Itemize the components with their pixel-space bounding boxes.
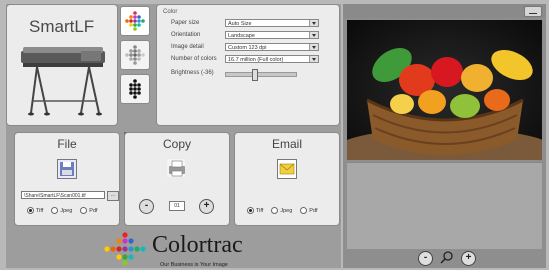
zoom-out-button[interactable]: - <box>418 251 433 266</box>
colortrac-dots-icon <box>104 232 146 266</box>
printer-icon <box>169 160 185 177</box>
image-detail-label: Image detail <box>171 44 204 50</box>
orientation-label: Orientation <box>171 32 201 38</box>
copy-count-field[interactable]: 01 <box>169 201 185 211</box>
email-panel: Email Tiff Jpeg Pdf <box>234 132 340 226</box>
radio-unselected[interactable] <box>271 207 279 214</box>
file-panel: File \Share\SmartLF\Scan001.tif ... Tiff… <box>14 132 120 226</box>
file-path-field[interactable]: \Share\SmartLF\Scan001.tif <box>21 191 105 199</box>
paper-size-row: Paper size Auto Size <box>171 19 335 28</box>
preview-toolbar <box>343 4 546 18</box>
brightness-row: Brightness (-36) <box>171 69 335 81</box>
file-format-options: Tiff Jpeg Pdf <box>27 207 98 214</box>
orientation-value: Landscape <box>228 33 255 39</box>
plotter-illustration <box>21 47 105 116</box>
magnifier-icon[interactable] <box>440 250 454 264</box>
paper-size-label: Paper size <box>171 20 200 26</box>
number-of-colors-label: Number of colors <box>171 56 217 62</box>
logo-wordmark: Colortrac <box>152 232 243 258</box>
radio-selected[interactable] <box>27 207 34 214</box>
color-mode-button[interactable] <box>120 6 150 36</box>
email-button[interactable] <box>277 159 297 179</box>
brightness-slider-thumb[interactable] <box>252 69 258 81</box>
chevron-down-icon[interactable] <box>309 32 318 38</box>
paper-size-select[interactable]: Auto Size <box>225 19 319 27</box>
radio-unselected[interactable] <box>300 207 308 214</box>
radio-unselected[interactable] <box>80 207 88 214</box>
number-of-colors-row: Number of colors 16.7 million (Full colo… <box>171 55 335 64</box>
brand-panel: SmartLF <box>6 4 118 126</box>
scanner-app: SmartLF Color Paper size Auto Size Orien… <box>0 0 549 270</box>
envelope-icon <box>279 163 295 175</box>
brightness-slider[interactable] <box>225 69 297 81</box>
file-title: File <box>57 137 77 151</box>
preview-empty-area <box>347 162 542 249</box>
radio-unselected[interactable] <box>51 207 59 214</box>
copy-title: Copy <box>162 137 191 151</box>
email-format-jpeg[interactable]: Jpeg <box>271 207 292 214</box>
email-title: Email <box>271 137 302 151</box>
control-pane: SmartLF Color Paper size Auto Size Orien… <box>6 4 341 268</box>
decrease-copies-button[interactable]: - <box>139 199 154 214</box>
brightness-label: Brightness (-36) <box>171 70 214 76</box>
image-detail-value: Custom 123 dpi <box>228 45 267 51</box>
chevron-down-icon[interactable] <box>309 20 318 26</box>
scan-settings-panel: Color Paper size Auto Size Orientation L… <box>156 4 340 126</box>
scan-preview-image <box>347 20 542 160</box>
chevron-down-icon[interactable] <box>309 56 318 62</box>
increase-copies-button[interactable]: + <box>199 199 214 214</box>
color-dots-icon <box>125 11 145 31</box>
brand-title: SmartLF <box>29 17 95 36</box>
paper-size-value: Auto Size <box>228 21 252 27</box>
email-format-tiff[interactable]: Tiff <box>247 207 263 214</box>
email-format-pdf[interactable]: Pdf <box>300 207 318 214</box>
minimize-button[interactable] <box>524 6 542 17</box>
zoom-in-button[interactable]: + <box>461 251 476 266</box>
color-mode-selector <box>120 6 152 108</box>
orientation-row: Orientation Landscape <box>171 31 335 40</box>
colortrac-logo: Colortrac Our Business is Your Image <box>100 230 280 270</box>
orientation-select[interactable]: Landscape <box>225 31 319 39</box>
file-format-pdf[interactable]: Pdf <box>80 207 98 214</box>
gray-dots-icon <box>125 45 145 65</box>
image-detail-select[interactable]: Custom 123 dpi <box>225 43 319 51</box>
floppy-disk-icon <box>60 162 74 176</box>
file-format-jpeg[interactable]: Jpeg <box>51 207 72 214</box>
browse-button[interactable]: ... <box>107 191 119 201</box>
copy-panel: Copy - 01 + <box>124 132 230 226</box>
logo-tagline: Our Business is Your Image <box>160 262 228 268</box>
image-detail-row: Image detail Custom 123 dpi <box>171 43 335 52</box>
file-format-tiff[interactable]: Tiff <box>27 207 43 214</box>
monochrome-mode-button[interactable] <box>120 74 150 104</box>
settings-header: Color <box>163 9 178 15</box>
number-of-colors-select[interactable]: 16.7 million (Full color) <box>225 55 319 63</box>
number-of-colors-value: 16.7 million (Full color) <box>228 57 284 63</box>
grayscale-mode-button[interactable] <box>120 40 150 70</box>
preview-pane: - + <box>343 4 546 268</box>
radio-selected[interactable] <box>247 207 254 214</box>
chevron-down-icon[interactable] <box>309 44 318 50</box>
save-file-button[interactable] <box>57 159 77 179</box>
email-format-options: Tiff Jpeg Pdf <box>247 207 318 214</box>
copy-button[interactable] <box>167 159 185 177</box>
black-dots-icon <box>129 79 141 99</box>
